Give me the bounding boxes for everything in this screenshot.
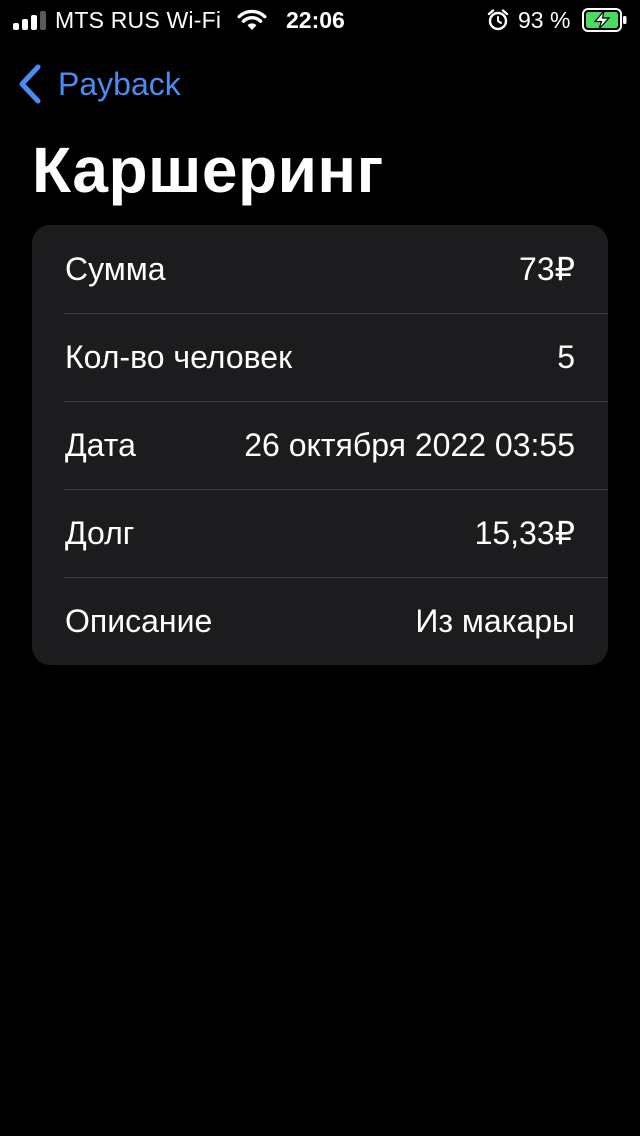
back-button-label: Payback	[58, 65, 181, 102]
description-label: Описание	[65, 602, 213, 639]
row-description: Описание Из макары	[32, 577, 608, 665]
status-bar: MTS RUS Wi-Fi 22:06 93 %	[0, 0, 640, 40]
people-count-label: Кол-во человек	[65, 338, 293, 375]
amount-label: Сумма	[65, 250, 166, 287]
page-title: Каршеринг	[32, 134, 384, 206]
row-debt: Долг 15,33₽	[32, 489, 608, 577]
people-count-value: 5	[557, 338, 575, 375]
details-card: Сумма 73₽ Кол-во человек 5 Дата 26 октяб…	[32, 225, 608, 665]
description-value: Из макары	[415, 602, 575, 639]
date-label: Дата	[65, 426, 136, 463]
battery-charging-icon	[582, 8, 627, 32]
row-date: Дата 26 октября 2022 03:55	[32, 401, 608, 489]
signal-icon	[13, 10, 47, 30]
chevron-left-icon	[19, 64, 41, 104]
row-people-count: Кол-во человек 5	[32, 313, 608, 401]
date-value: 26 октября 2022 03:55	[244, 426, 575, 463]
back-button[interactable]: Payback	[16, 62, 181, 106]
battery-percent: 93 %	[518, 7, 571, 33]
alarm-icon	[487, 9, 509, 31]
debt-label: Долг	[65, 514, 135, 551]
amount-value: 73₽	[519, 251, 575, 287]
carrier-name: MTS RUS Wi-Fi	[55, 7, 222, 33]
wifi-icon	[237, 9, 267, 30]
status-time: 22:06	[286, 7, 345, 33]
debt-value: 15,33₽	[474, 515, 575, 551]
row-amount: Сумма 73₽	[32, 225, 608, 313]
